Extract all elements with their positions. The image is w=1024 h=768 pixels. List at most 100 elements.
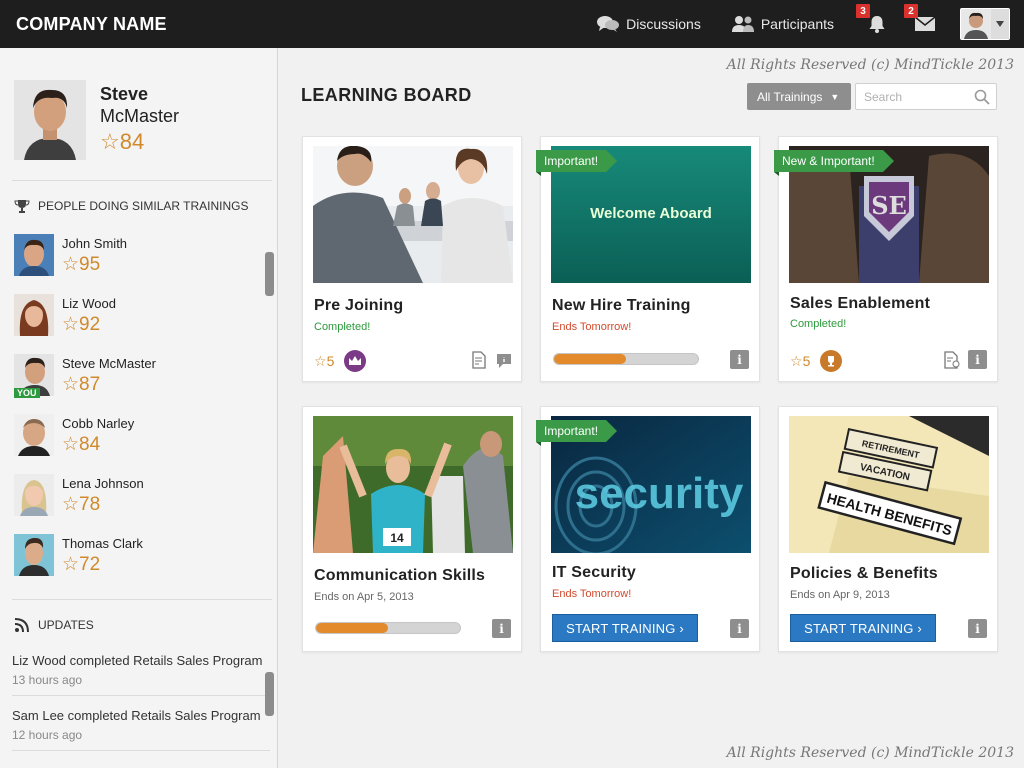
points-value: 92 [79,314,101,335]
card-title[interactable]: Policies & Benefits [790,565,938,583]
messages-button[interactable]: 2 [904,4,938,37]
profile-info: Steve McMaster ☆84 [100,84,179,160]
rss-icon [14,618,29,633]
chevron-down-icon: ▼ [830,91,840,102]
trainings-filter-dropdown[interactable]: All Trainings ▼ [747,83,851,110]
notifications-button[interactable]: 3 [856,4,890,37]
person-name[interactable]: Thomas Clark [62,536,143,551]
messages-count: 2 [904,4,918,18]
list-item[interactable]: Liz Wood ☆92 [14,294,264,354]
person-info: John Smith ☆95 [62,234,127,276]
avatar [14,294,54,336]
important-ribbon: Important! [536,150,618,176]
chevron-down-icon [991,9,1009,39]
training-card[interactable]: SE New & Important! Sales Enablement Com… [774,136,998,382]
sidebar: Steve McMaster ☆84 PEOPLE DOING SIMILAR … [0,48,278,768]
training-card[interactable]: 14 Communication Skills Ends on Apr 5, 2… [302,406,522,652]
people-section-header: PEOPLE DOING SIMILAR TRAININGS [14,199,249,213]
profile-card: Steve McMaster ☆84 [14,80,179,160]
person-info: Liz Wood ☆92 [62,294,116,336]
discussions-label: Discussions [626,16,701,32]
card-status: Ends on Apr 9, 2013 [790,589,890,601]
person-name[interactable]: Cobb Narley [62,416,134,431]
progress-bar [553,353,699,365]
trophy-badge-icon [820,350,843,372]
company-name[interactable]: COMPANY NAME [16,14,167,35]
progress-bar [315,622,461,634]
list-item[interactable]: Thomas Clark ☆72 [14,534,264,594]
top-nav: Discussions Participants 3 2 [596,0,1010,48]
image-caption: Welcome Aboard [590,205,712,222]
card-title[interactable]: New Hire Training [552,297,691,315]
profile-last-name[interactable]: McMaster [100,106,179,127]
list-item[interactable]: Sam Lee completed Retails Sales Program … [12,708,270,751]
star-icon: ☆ [62,254,80,275]
star-icon: ☆ [100,129,120,154]
card-title[interactable]: IT Security [552,564,636,582]
profile-points: ☆84 [100,129,179,155]
list-item[interactable]: Lena Johnson ☆78 [14,474,264,534]
card-title[interactable]: Communication Skills [314,567,485,585]
you-tag: YOU [14,388,40,398]
divider [12,599,272,600]
person-name[interactable]: Steve McMaster [62,356,156,371]
important-ribbon: Important! [536,420,618,446]
updates-list: Liz Wood completed Retails Sales Program… [12,653,270,763]
card-title[interactable]: Sales Enablement [790,295,930,313]
person-points: ☆92 [62,313,116,336]
people-list: John Smith ☆95 Liz Wood ☆92 YOU Steve Mc… [14,234,264,594]
participants-icon [731,16,754,32]
card-status: Completed! [790,318,847,330]
user-menu[interactable] [960,8,1010,40]
info-button[interactable]: i [968,619,987,638]
profile-first-name[interactable]: Steve [100,84,179,105]
start-training-button[interactable]: START TRAINING › [552,614,698,642]
person-name[interactable]: Liz Wood [62,296,116,311]
star-icon: ☆ [62,554,80,575]
comment-icon[interactable] [496,353,512,369]
updates-scrollbar[interactable] [265,672,274,716]
list-item[interactable]: Cobb Narley ☆84 [14,414,264,474]
search-input[interactable] [856,84,966,109]
training-card[interactable]: RETIREMENT VACATION HEALTH BENEFITS Polici… [778,406,998,652]
new-important-ribbon: New & Important! [774,150,894,176]
participants-link[interactable]: Participants [731,15,834,33]
people-scrollbar[interactable] [265,252,274,296]
update-text: Sam Lee completed Retails Sales Program [12,708,261,723]
certificate-icon[interactable] [471,351,487,369]
info-button[interactable]: i [492,619,511,638]
card-points: ☆ 5 [314,350,367,372]
training-card[interactable]: security Important! IT Security Ends Tom… [536,406,760,652]
person-name[interactable]: Lena Johnson [62,476,144,491]
list-item[interactable]: YOU Steve McMaster ☆87 [14,354,264,414]
points-value: 87 [79,374,101,395]
search-icon[interactable] [974,89,990,105]
star-icon: ☆ [62,494,80,515]
card-points: ☆ 5 [790,350,843,372]
points-value: 84 [79,434,101,455]
update-text: Liz Wood completed Retails Sales Program [12,653,263,668]
profile-photo[interactable] [14,80,86,160]
discussions-link[interactable]: Discussions [596,15,701,33]
list-item[interactable]: John Smith ☆95 [14,234,264,294]
certificate-icon[interactable] [943,351,961,369]
info-button[interactable]: i [968,350,987,369]
training-image [313,146,513,283]
info-button[interactable]: i [730,350,749,369]
card-status: Ends Tomorrow! [552,321,632,333]
training-card[interactable]: Welcome Aboard Important! New Hire Train… [536,136,760,382]
user-avatar [961,9,991,39]
top-bar: COMPANY NAME Discussions Participants 3 … [0,0,1024,48]
list-item[interactable]: Liz Wood completed Retails Sales Program… [12,653,270,696]
training-card[interactable]: Pre Joining Completed! ☆ 5 [302,136,522,382]
copyright-top: All Rights Reserved (c) MindTickle 2013 [726,57,1014,73]
image-caption: SE [871,191,907,220]
info-button[interactable]: i [730,619,749,638]
start-training-button[interactable]: START TRAINING › [790,614,936,642]
person-points: ☆72 [62,553,143,576]
card-title[interactable]: Pre Joining [314,297,403,315]
star-icon: ☆ [62,314,80,335]
bell-icon [869,16,885,33]
person-name[interactable]: John Smith [62,236,127,251]
person-info: Steve McMaster ☆87 [62,354,156,396]
